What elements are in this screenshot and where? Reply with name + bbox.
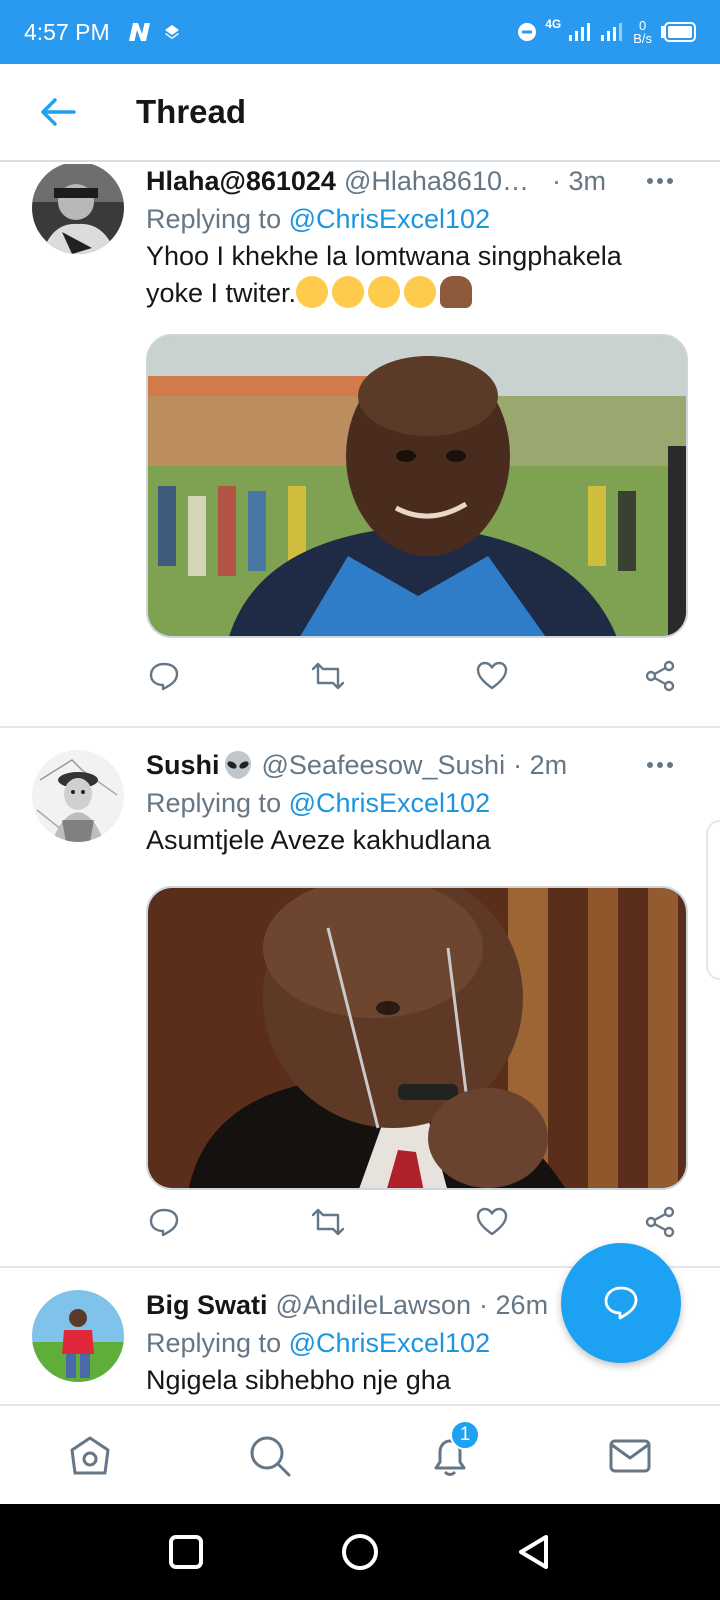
notification-badge: 1 [450, 1420, 480, 1450]
signal-icon-2 [601, 23, 623, 41]
net-speed: 0 B/s [633, 19, 652, 45]
reply-icon [149, 662, 179, 691]
thread-header: Thread [0, 64, 720, 162]
mention-link[interactable]: @ChrisExcel102 [289, 1328, 491, 1358]
user-handle[interactable]: @Seafeesow_Sushi [262, 748, 506, 782]
retweet-button[interactable] [308, 656, 348, 696]
nav-home[interactable] [62, 1428, 118, 1484]
face-with-tears-of-joy-icon [296, 276, 329, 308]
alien-emoji-icon [224, 751, 251, 779]
share-icon [645, 660, 675, 692]
battery-icon [661, 22, 696, 42]
tweet-text: Asumtjele Aveze kakhudlana [146, 825, 491, 855]
retweet-icon [311, 1208, 345, 1236]
status-bar: 4:57 PM 4G 0 B/s [0, 0, 720, 64]
mail-icon [609, 1439, 651, 1473]
face-with-tears-of-joy-icon [368, 276, 401, 308]
more-icon [647, 762, 673, 768]
back-system-button[interactable] [508, 1526, 560, 1578]
tweet[interactable]: Sushi @Seafeesow_Sushi · 2m Replying to … [0, 728, 720, 1268]
net-speed-unit: B/s [633, 31, 652, 46]
do-not-disturb-icon [518, 23, 537, 41]
replying-prefix: Replying to [146, 788, 289, 818]
bottom-navigation: 1 [0, 1404, 720, 1504]
tweet[interactable]: Hlaha@861024 @Hlaha86102… · 3m Replying … [0, 164, 720, 728]
tweet-time: · 3m [551, 166, 606, 196]
user-handle[interactable]: @AndileLawson [276, 1288, 472, 1322]
status-notification-icons [126, 21, 180, 43]
triangle-back-icon [519, 1535, 548, 1569]
tweet-header: Hlaha@861024 @Hlaha86102… · 3m [146, 164, 680, 198]
like-button[interactable] [472, 656, 512, 696]
heart-icon [476, 1207, 508, 1236]
photo-man-with-glasses [148, 888, 686, 1188]
tweet-text: Ngigela sibhebho nje gha [146, 1365, 451, 1395]
heart-icon [476, 661, 508, 690]
arrow-left-icon [41, 98, 76, 126]
n-app-icon [128, 23, 150, 41]
share-icon [645, 1206, 675, 1238]
replying-prefix: Replying to [146, 204, 289, 234]
compose-reply-button[interactable] [561, 1243, 681, 1363]
nav-search[interactable] [242, 1428, 298, 1484]
reply-button[interactable] [144, 656, 184, 696]
replying-prefix: Replying to [146, 1328, 289, 1358]
status-system-icons: 4G 0 B/s [517, 17, 696, 45]
replying-to: Replying to @ChrisExcel102 [146, 784, 680, 822]
search-icon [250, 1436, 291, 1477]
retweet-button[interactable] [308, 1202, 348, 1242]
circle-icon [342, 1534, 378, 1570]
mention-link[interactable]: @ChrisExcel102 [289, 204, 491, 234]
more-icon [647, 178, 673, 184]
retweet-icon [311, 662, 345, 690]
photo-smiling-man-stadium [148, 336, 686, 636]
like-button[interactable] [472, 1202, 512, 1242]
recents-button[interactable] [160, 1526, 212, 1578]
avatar[interactable] [32, 1290, 124, 1382]
reply-bubble-icon [604, 1286, 638, 1320]
home-system-button[interactable] [334, 1526, 386, 1578]
replying-to: Replying to @ChrisExcel102 [146, 200, 680, 238]
avatar[interactable] [32, 164, 124, 254]
tweet-actions [146, 656, 690, 696]
square-icon [169, 1535, 203, 1569]
user-handle[interactable]: @Hlaha86102… [344, 164, 544, 198]
status-time: 4:57 PM [24, 18, 110, 45]
layers-icon [164, 25, 179, 39]
tweet-time: · 26m [479, 1290, 549, 1320]
person-facepalming-icon [440, 276, 473, 308]
tweet-image[interactable] [146, 886, 688, 1190]
nav-messages[interactable] [602, 1428, 658, 1484]
avatar[interactable] [32, 750, 124, 842]
tweet-body: Hlaha@861024 @Hlaha86102… · 3m Replying … [146, 164, 680, 312]
reply-icon [149, 1208, 179, 1237]
display-name[interactable]: Sushi [146, 748, 220, 782]
home-icon [70, 1436, 110, 1475]
thread-feed[interactable]: Hlaha@861024 @Hlaha86102… · 3m Replying … [0, 164, 720, 1404]
more-options-button[interactable] [640, 166, 680, 196]
reply-button[interactable] [144, 1202, 184, 1242]
tweet-header: Sushi @Seafeesow_Sushi · 2m [146, 748, 680, 782]
side-panel-edge [706, 820, 720, 980]
back-button[interactable] [28, 82, 88, 142]
more-options-button[interactable] [640, 750, 680, 780]
network-type: 4G [545, 17, 562, 31]
signal-icon-1 [569, 23, 591, 41]
tweet-actions [146, 1202, 690, 1242]
face-with-tears-of-joy-icon [404, 276, 437, 308]
share-button[interactable] [640, 656, 680, 696]
nav-notifications[interactable]: 1 [422, 1420, 480, 1484]
tweet-body: Sushi @Seafeesow_Sushi · 2m Replying to … [146, 748, 680, 859]
system-navigation-bar [0, 1504, 720, 1600]
tweet-image[interactable] [146, 334, 688, 638]
share-button[interactable] [640, 1202, 680, 1242]
display-name[interactable]: Hlaha@861024 [146, 164, 336, 198]
page-title: Thread [136, 93, 247, 130]
display-name[interactable]: Big Swati [146, 1288, 268, 1322]
tweet-time: · 2m [513, 750, 568, 780]
tweet-text: Yhoo I khekhe la lomtwana singphakela yo… [146, 238, 680, 312]
mention-link[interactable]: @ChrisExcel102 [289, 788, 491, 818]
face-with-tears-of-joy-icon [332, 276, 365, 308]
